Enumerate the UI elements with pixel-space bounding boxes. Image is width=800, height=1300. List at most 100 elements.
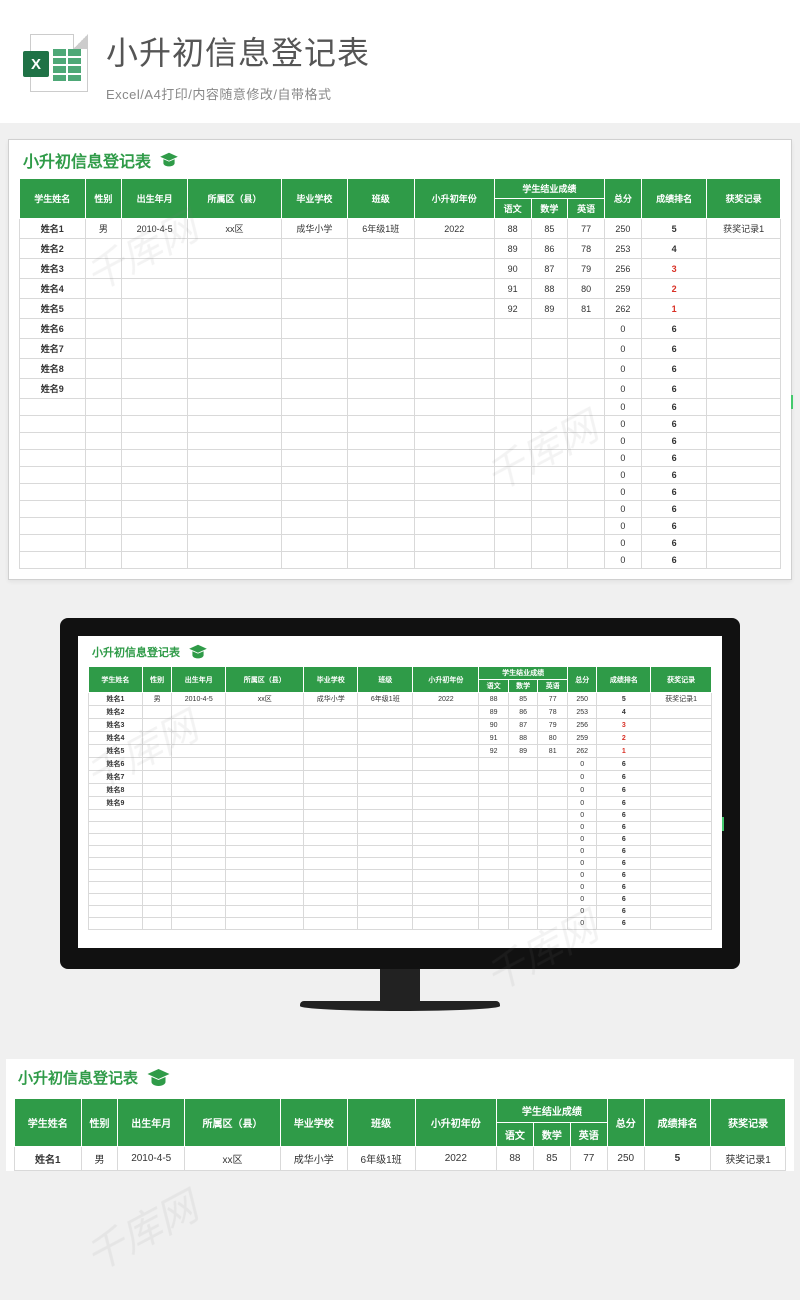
title-block: 小升初信息登记表 Excel/A4打印/内容随意修改/自带格式 xyxy=(106,28,770,103)
col-chinese: 语文 xyxy=(496,1123,533,1147)
col-rank: 成绩排名 xyxy=(644,1099,711,1147)
sheet-title: 小升初信息登记表 xyxy=(23,148,151,172)
col-year: 小升初年份 xyxy=(415,1099,496,1147)
table-row: 06 xyxy=(89,858,712,870)
table-row: 06 xyxy=(89,846,712,858)
col-total: 总分 xyxy=(607,1099,644,1147)
col-scores-group: 学生结业成绩 xyxy=(496,1099,607,1123)
table-row: 06 xyxy=(20,450,781,467)
col-total: 总分 xyxy=(567,667,597,693)
col-chinese: 语文 xyxy=(479,680,509,693)
table-row: 姓名806 xyxy=(89,784,712,797)
graduation-cap-icon xyxy=(159,152,179,168)
col-scores-group: 学生结业成绩 xyxy=(479,667,568,680)
col-math: 数学 xyxy=(533,1123,570,1147)
bottom-crop-strip: 小升初信息登记表 学生姓名性别出生年月所属区（县）毕业学校班级小升初年份学生结业… xyxy=(0,1051,800,1171)
col-english: 英语 xyxy=(570,1123,607,1147)
table-row: 06 xyxy=(20,518,781,535)
table-row: 06 xyxy=(20,433,781,450)
col-school: 毕业学校 xyxy=(281,1099,348,1147)
sheet-title: 小升初信息登记表 xyxy=(92,644,180,660)
col-name: 学生姓名 xyxy=(15,1099,82,1147)
table-row: 06 xyxy=(20,535,781,552)
col-birth: 出生年月 xyxy=(118,1099,185,1147)
col-class: 班级 xyxy=(358,667,413,693)
col-district: 所属区（县） xyxy=(226,667,304,693)
table-row: 06 xyxy=(89,834,712,846)
col-math: 数学 xyxy=(508,680,538,693)
graduation-cap-icon xyxy=(146,1068,171,1088)
col-year: 小升初年份 xyxy=(413,667,479,693)
col-birth: 出生年月 xyxy=(122,179,188,219)
col-class: 班级 xyxy=(347,1099,415,1147)
excel-x-badge: X xyxy=(23,51,49,77)
table-row: 06 xyxy=(20,416,781,433)
table-row: 06 xyxy=(89,906,712,918)
spreadsheet-preview: 小升初信息登记表 学生姓名性别出生年月所属区（县）毕业学校班级小升初年份学生结业… xyxy=(8,139,792,580)
col-chinese: 语文 xyxy=(494,199,531,219)
table-row: 姓名806 xyxy=(20,359,781,379)
col-name: 学生姓名 xyxy=(20,179,86,219)
col-name: 学生姓名 xyxy=(89,667,143,693)
table-row: 06 xyxy=(89,894,712,906)
col-gender: 性别 xyxy=(142,667,172,693)
table-row: 姓名59289812621 xyxy=(89,745,712,758)
table-row: 姓名49188802592 xyxy=(89,732,712,745)
registration-table: 学生姓名性别出生年月所属区（县）毕业学校班级小升初年份学生结业成绩总分成绩排名获… xyxy=(19,178,781,569)
table-row: 姓名1男2010-4-5xx区成华小学6年级1班20228885772505获奖… xyxy=(15,1147,786,1171)
table-row: 姓名706 xyxy=(89,771,712,784)
col-district: 所属区（县） xyxy=(187,179,281,219)
col-gender: 性别 xyxy=(81,1099,118,1147)
registration-table: 学生姓名性别出生年月所属区（县）毕业学校班级小升初年份学生结业成绩总分成绩排名获… xyxy=(14,1098,786,1171)
col-award: 获奖记录 xyxy=(711,1099,786,1147)
col-district: 所属区（县） xyxy=(184,1099,280,1147)
table-row: 06 xyxy=(20,552,781,569)
table-row: 06 xyxy=(20,399,781,416)
page-header: X 小升初信息登记表 Excel/A4打印/内容随意修改/自带格式 xyxy=(0,0,800,123)
registration-table: 学生姓名性别出生年月所属区（县）毕业学校班级小升初年份学生结业成绩总分成绩排名获… xyxy=(88,666,712,930)
table-row: 姓名49188802592 xyxy=(20,279,781,299)
col-scores-group: 学生结业成绩 xyxy=(494,179,604,199)
table-row: 姓名39087792563 xyxy=(20,259,781,279)
col-rank: 成绩排名 xyxy=(641,179,707,219)
graduation-cap-icon xyxy=(188,644,208,660)
col-gender: 性别 xyxy=(85,179,122,219)
table-row: 姓名706 xyxy=(20,339,781,359)
table-row: 06 xyxy=(89,810,712,822)
main-preview-area: 小升初信息登记表 学生姓名性别出生年月所属区（县）毕业学校班级小升初年份学生结业… xyxy=(0,123,800,588)
excel-file-icon: X xyxy=(30,34,88,92)
col-year: 小升初年份 xyxy=(414,179,494,219)
table-row: 06 xyxy=(89,918,712,930)
table-row: 06 xyxy=(20,467,781,484)
table-row: 姓名59289812621 xyxy=(20,299,781,319)
table-row: 姓名1男2010-4-5xx区成华小学6年级1班20228885772505获奖… xyxy=(20,219,781,239)
page-subtitle: Excel/A4打印/内容随意修改/自带格式 xyxy=(106,84,770,103)
col-birth: 出生年月 xyxy=(172,667,226,693)
table-row: 06 xyxy=(20,484,781,501)
col-award: 获奖记录 xyxy=(707,179,781,219)
col-school: 毕业学校 xyxy=(304,667,358,693)
sheet-title: 小升初信息登记表 xyxy=(18,1067,138,1088)
table-row: 06 xyxy=(20,501,781,518)
table-row: 姓名28986782534 xyxy=(20,239,781,259)
table-row: 姓名28986782534 xyxy=(89,706,712,719)
col-math: 数学 xyxy=(531,199,568,219)
table-row: 06 xyxy=(89,822,712,834)
monitor-screen: 小升初信息登记表 学生姓名性别出生年月所属区（县）毕业学校班级小升初年份学生结业… xyxy=(78,636,722,948)
col-english: 英语 xyxy=(538,680,568,693)
table-row: 姓名906 xyxy=(20,379,781,399)
watermark: 千库网 xyxy=(73,1175,206,1283)
table-row: 06 xyxy=(89,870,712,882)
monitor-bezel: 小升初信息登记表 学生姓名性别出生年月所属区（县）毕业学校班级小升初年份学生结业… xyxy=(60,618,740,969)
col-school: 毕业学校 xyxy=(282,179,348,219)
table-row: 姓名606 xyxy=(89,758,712,771)
table-row: 06 xyxy=(89,882,712,894)
monitor-mockup-area: 小升初信息登记表 学生姓名性别出生年月所属区（县）毕业学校班级小升初年份学生结业… xyxy=(0,588,800,1051)
table-row: 姓名1男2010-4-5xx区成华小学6年级1班20228885772505获奖… xyxy=(89,693,712,706)
col-total: 总分 xyxy=(605,179,642,219)
page-title: 小升初信息登记表 xyxy=(106,28,770,74)
table-row: 姓名39087792563 xyxy=(89,719,712,732)
col-award: 获奖记录 xyxy=(651,667,712,693)
col-english: 英语 xyxy=(568,199,605,219)
col-class: 班级 xyxy=(347,179,414,219)
